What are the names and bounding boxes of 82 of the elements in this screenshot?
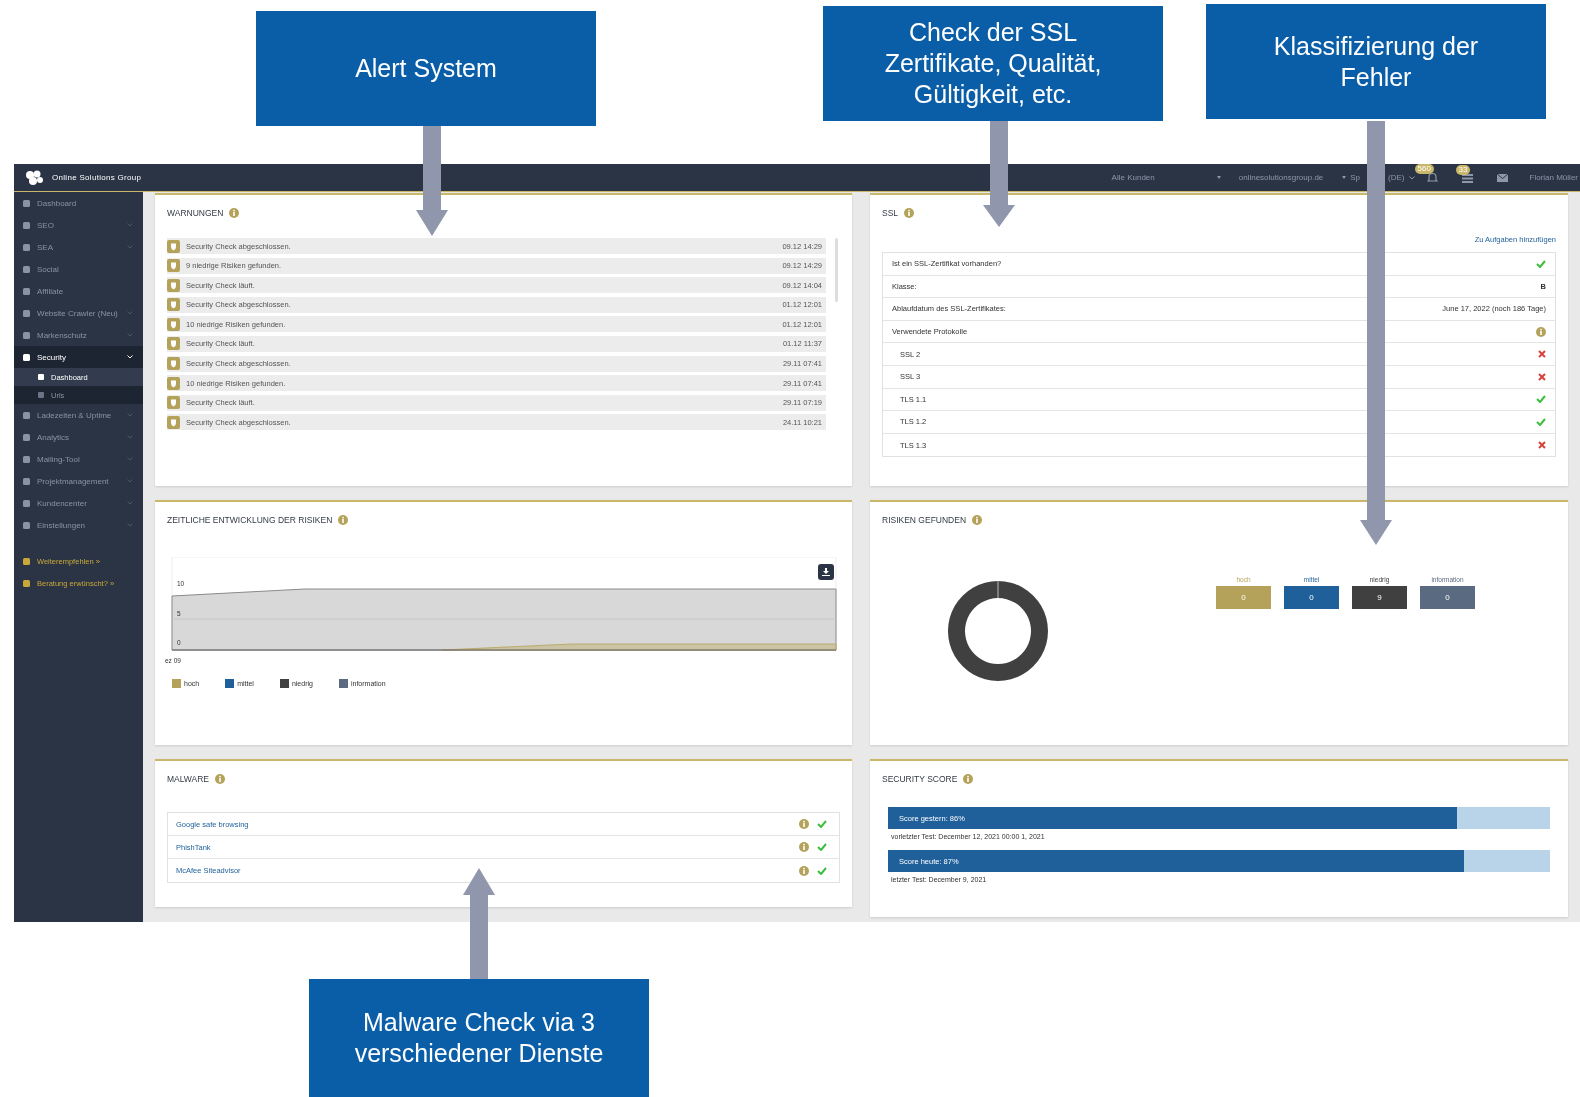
- sidebar-item[interactable]: Einstellungen: [14, 514, 143, 536]
- callout-box: Alert System: [256, 11, 596, 126]
- sidebar-item[interactable]: Mailing-Tool: [14, 448, 143, 470]
- customer-dropdown[interactable]: Alle Kunden: [1111, 173, 1221, 182]
- panel-title: SSL: [882, 208, 899, 218]
- shield-icon: [167, 396, 180, 410]
- square-icon: [23, 199, 30, 207]
- square-icon: [23, 221, 30, 229]
- info-icon[interactable]: [972, 515, 983, 525]
- sidebar-item[interactable]: Ladezeiten & Uptime: [14, 404, 143, 426]
- square-icon: [23, 309, 30, 317]
- shield-icon: [167, 317, 180, 331]
- square-icon: [23, 265, 30, 273]
- callout-box: Malware Check via 3 verschiedener Dienste: [309, 979, 649, 1097]
- square-icon: [23, 477, 30, 485]
- square-icon: [23, 579, 30, 587]
- bell-icon[interactable]: [1426, 172, 1438, 183]
- info-icon[interactable]: [963, 774, 974, 784]
- risk-count: 0: [1284, 586, 1339, 609]
- sidebar-item[interactable]: Kundencenter: [14, 492, 143, 514]
- language-dropdown[interactable]: (DE): [1388, 173, 1415, 182]
- panel-title: MALWARE: [167, 774, 210, 784]
- info-icon[interactable]: [338, 515, 349, 525]
- shield-icon: [167, 415, 180, 429]
- shield-icon: [167, 259, 180, 273]
- domain-dropdown[interactable]: onlinesolutionsgroup.de: [1238, 173, 1347, 182]
- risk-count: 0: [1216, 586, 1271, 609]
- shield-icon: [167, 278, 180, 292]
- panel-title: RISIKEN GEFUNDEN: [882, 515, 967, 525]
- panel-title: SECURITY SCORE: [882, 774, 958, 784]
- info-icon[interactable]: [1536, 326, 1546, 337]
- sidebar-item[interactable]: Markenschutz: [14, 324, 143, 346]
- sidebar-item[interactable]: Analytics: [14, 426, 143, 448]
- info-icon[interactable]: [799, 842, 809, 852]
- sidebar-item[interactable]: Website Crawler (Neu): [14, 302, 143, 324]
- brand-name: Online Solutions Group: [52, 173, 142, 182]
- sidebar-item[interactable]: SEA: [14, 236, 143, 258]
- language-dropdown-text[interactable]: Sp: [1350, 173, 1361, 182]
- task-badge: 33: [1455, 164, 1471, 175]
- sidebar-item[interactable]: Projektmanagement: [14, 470, 143, 492]
- shield-icon: [167, 376, 180, 390]
- sidebar-item[interactable]: Social: [14, 258, 143, 280]
- square-icon: [23, 499, 30, 507]
- info-icon[interactable]: [799, 819, 809, 829]
- square-icon: [38, 374, 44, 380]
- shield-icon: [167, 337, 180, 351]
- square-icon: [23, 353, 30, 361]
- square-icon: [23, 455, 30, 463]
- square-icon: [23, 331, 30, 339]
- shield-icon: [167, 298, 180, 312]
- shield-icon: [167, 239, 180, 253]
- sidebar-item[interactable]: SEO: [14, 214, 143, 236]
- info-icon[interactable]: [904, 208, 915, 218]
- callout-box: Klassifizierung der Fehler: [1206, 4, 1546, 119]
- square-icon: [38, 392, 44, 398]
- callout-box: Check der SSL Zertifikate, Qualität, Gültigkeit, etc.: [823, 6, 1163, 121]
- sidebar-item[interactable]: Affiliate: [14, 280, 143, 302]
- info-icon[interactable]: [229, 208, 240, 218]
- download-icon: [822, 568, 830, 576]
- user-name[interactable]: Florian Müller: [1529, 173, 1578, 182]
- risk-count: 9: [1352, 586, 1407, 609]
- square-icon: [23, 411, 30, 419]
- chevron-icon: [1408, 175, 1415, 180]
- sidebar-item[interactable]: Dashboard: [14, 192, 143, 214]
- square-icon: [23, 521, 30, 529]
- envelope-icon[interactable]: [1496, 173, 1508, 182]
- panel-title: ZEITLICHE ENTWICKLUNG DER RISIKEN: [167, 515, 333, 525]
- square-icon: [23, 433, 30, 441]
- scrollbar[interactable]: [835, 238, 838, 302]
- square-icon: [23, 287, 30, 295]
- sidebar-item[interactable]: Security: [14, 346, 143, 368]
- risk-count: 0: [1420, 586, 1475, 609]
- list-icon[interactable]: [1461, 172, 1473, 183]
- square-icon: [23, 557, 30, 565]
- panel-title: WARNUNGEN: [167, 208, 224, 218]
- info-icon[interactable]: [215, 774, 226, 784]
- download-button[interactable]: [818, 564, 834, 580]
- shield-icon: [167, 357, 180, 371]
- logo-icon: [24, 169, 44, 186]
- square-icon: [23, 243, 30, 251]
- info-icon[interactable]: [799, 865, 809, 876]
- notification-badge: 560: [1414, 164, 1434, 174]
